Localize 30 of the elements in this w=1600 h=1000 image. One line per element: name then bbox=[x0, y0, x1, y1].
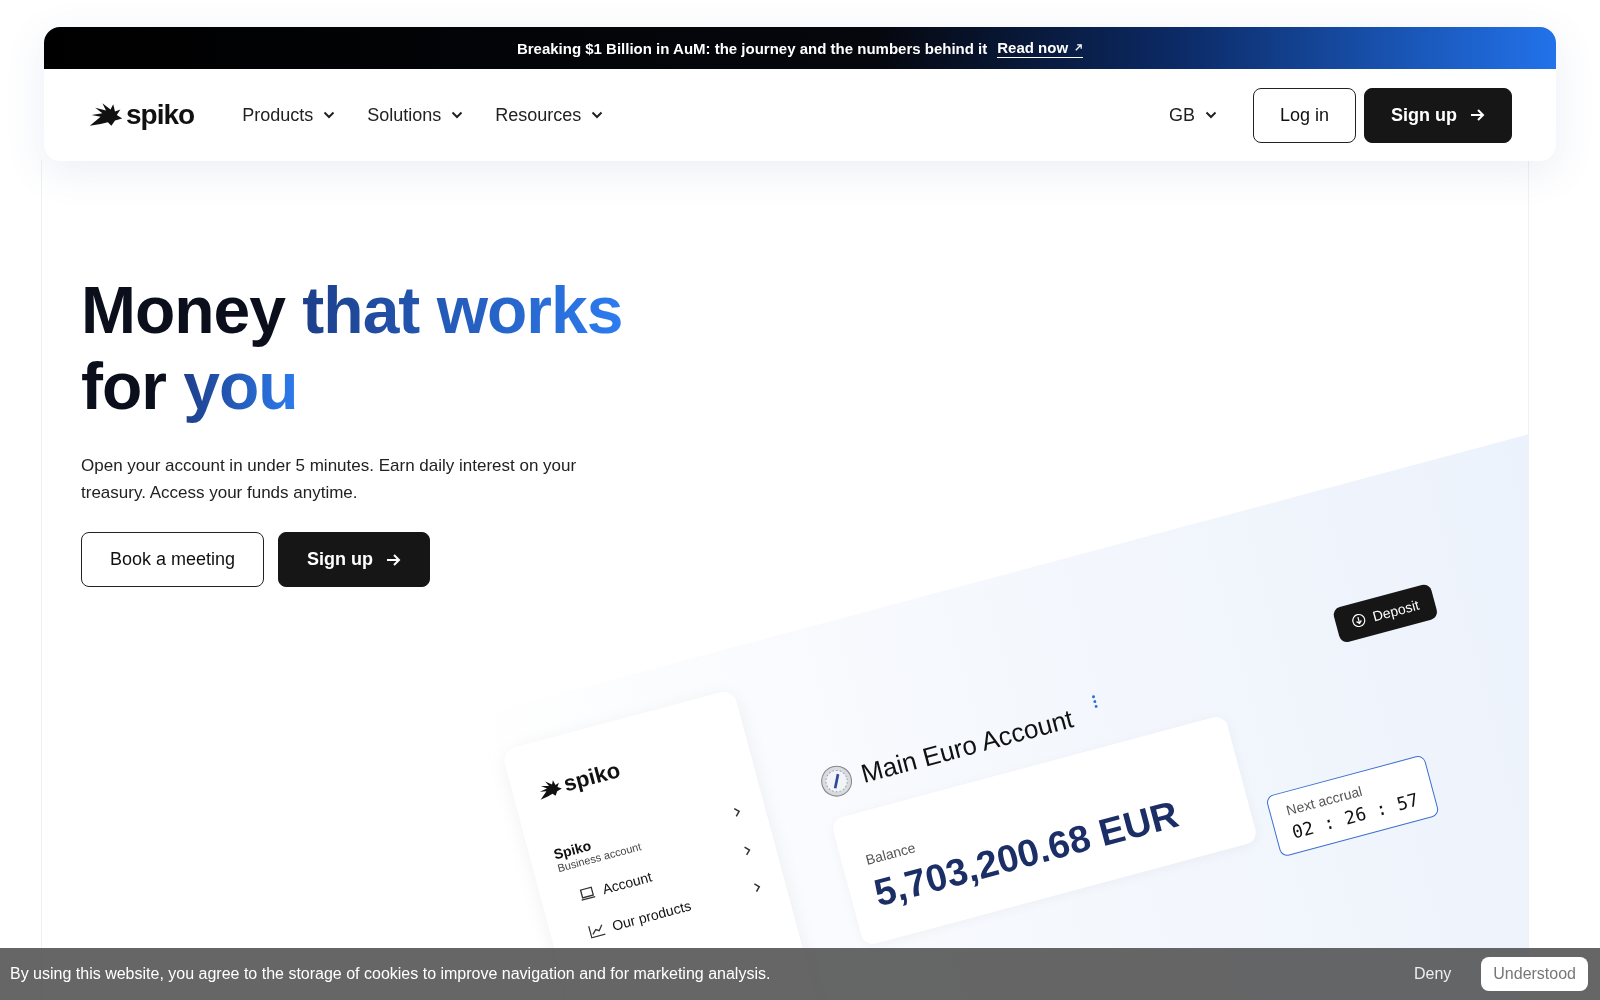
language-selector[interactable]: GB bbox=[1156, 98, 1229, 132]
arrow-right-icon bbox=[385, 551, 402, 568]
chevron-right-icon bbox=[731, 805, 743, 819]
spiko-logo: spiko bbox=[533, 729, 726, 805]
chevron-down-icon bbox=[591, 111, 604, 119]
account-title: Main Euro Account bbox=[857, 702, 1077, 790]
deposit-button[interactable]: Deposit bbox=[1331, 582, 1439, 644]
nav-menu[interactable]: Solutions bbox=[355, 98, 476, 132]
more-options-icon[interactable] bbox=[1091, 694, 1099, 709]
spiko-logo[interactable]: spiko bbox=[88, 99, 195, 131]
chevron-down-icon bbox=[1204, 111, 1217, 119]
chevron-down-icon bbox=[323, 111, 336, 119]
external-arrow-icon bbox=[1074, 42, 1084, 52]
nav-menu[interactable]: Products bbox=[230, 98, 348, 132]
hero-heading: Money that works for you bbox=[81, 272, 624, 424]
nav-menu[interactable]: Resources bbox=[483, 98, 616, 132]
deny-button[interactable]: Deny bbox=[1407, 964, 1458, 984]
cookie-text: By using this website, you agree to the storage of cookies to improve navigation and for marketing analysis. bbox=[10, 965, 771, 983]
chevron-down-icon bbox=[451, 111, 464, 119]
signup-button[interactable]: Sign up bbox=[278, 532, 431, 587]
book-meeting-button[interactable]: Book a meeting bbox=[81, 532, 265, 587]
laptop-icon bbox=[577, 884, 597, 903]
read-now-link[interactable]: Read now bbox=[997, 38, 1084, 58]
signup-button[interactable]: Sign up bbox=[1364, 87, 1512, 143]
hero-description: Open your account in under 5 minutes. Earn daily interest on your treasury. Access your funds anytime. bbox=[81, 455, 578, 504]
understood-button[interactable]: Understood bbox=[1481, 957, 1588, 991]
download-icon bbox=[1349, 612, 1367, 630]
arrow-right-icon bbox=[1469, 107, 1485, 123]
announcement-text: Breaking $1 Billion in AuM: the journey and the numbers behind it bbox=[516, 39, 988, 57]
login-button[interactable]: Log in bbox=[1252, 87, 1356, 143]
